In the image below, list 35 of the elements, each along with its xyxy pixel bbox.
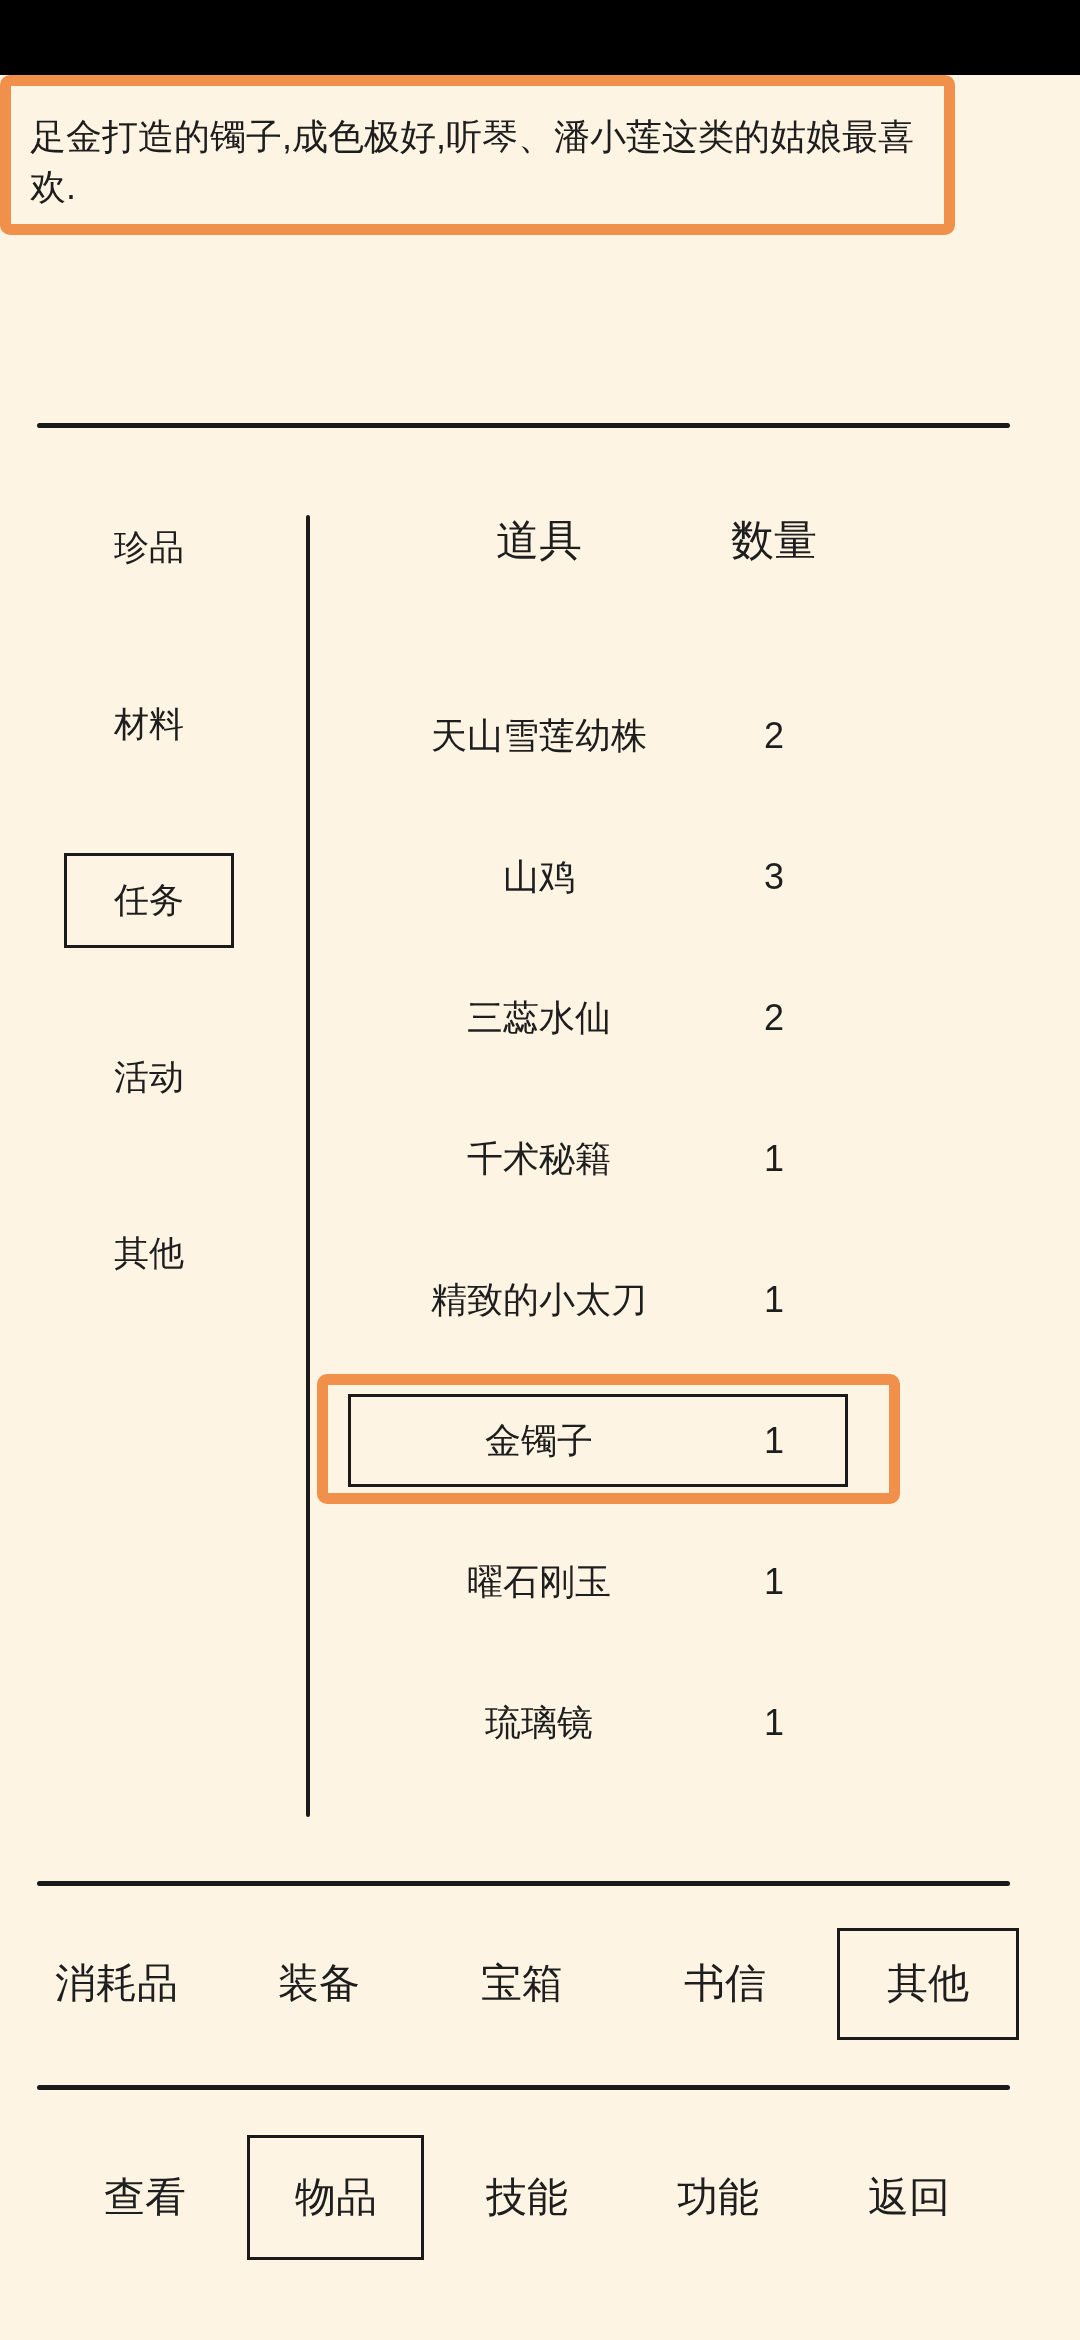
item-name: 金镯子 — [483, 1418, 594, 1463]
nav-tab[interactable]: 技能 — [438, 2135, 615, 2260]
item-count: 2 — [763, 995, 785, 1040]
sidebar-tab[interactable]: 任务 — [64, 853, 234, 948]
nav-tab[interactable]: 返回 — [820, 2135, 997, 2260]
item-name: 千术秘籍 — [465, 1136, 612, 1181]
column-header: 道具 — [494, 515, 583, 566]
category-tab[interactable]: 其他 — [837, 1928, 1019, 2040]
selection-frame[interactable]: 金镯子 1 — [348, 1394, 848, 1487]
sidebar-tab[interactable]: 活动 — [64, 1029, 234, 1125]
sidebar-tab[interactable]: 其他 — [64, 1206, 234, 1301]
category-tab[interactable]: 书信 — [634, 1928, 816, 2040]
item-name: 精致的小太刀 — [429, 1277, 648, 1322]
item-name: 曜石刚玉 — [465, 1559, 612, 1604]
sidebar-tab[interactable]: 材料 — [64, 676, 234, 772]
item-count: 1 — [763, 1418, 785, 1463]
category-tab[interactable]: 宝箱 — [431, 1928, 613, 2040]
item-count: 1 — [763, 1277, 785, 1322]
item-count: 2 — [763, 713, 785, 758]
column-header: 数量 — [730, 515, 818, 566]
nav-tab[interactable]: 查看 — [56, 2135, 233, 2260]
category-tab[interactable]: 消耗品 — [25, 1928, 207, 2040]
item-count: 3 — [763, 854, 785, 899]
item-name: 琉璃镜 — [483, 1700, 594, 1745]
nav-tab[interactable]: 功能 — [629, 2135, 806, 2260]
item-count: 1 — [763, 1559, 785, 1604]
item-count: 1 — [763, 1700, 785, 1745]
category-tab[interactable]: 装备 — [228, 1928, 410, 2040]
item-name: 三蕊水仙 — [465, 995, 612, 1040]
description-text: 足金打造的镯子,成色极好,听琴、潘小莲这类的姑娘最喜欢. — [30, 115, 915, 209]
sidebar-tab[interactable]: 珍品 — [64, 500, 234, 595]
item-name: 天山雪莲幼株 — [429, 713, 648, 758]
item-name: 山鸡 — [501, 854, 576, 899]
item-count: 1 — [763, 1136, 785, 1181]
nav-tab[interactable]: 物品 — [247, 2135, 424, 2260]
